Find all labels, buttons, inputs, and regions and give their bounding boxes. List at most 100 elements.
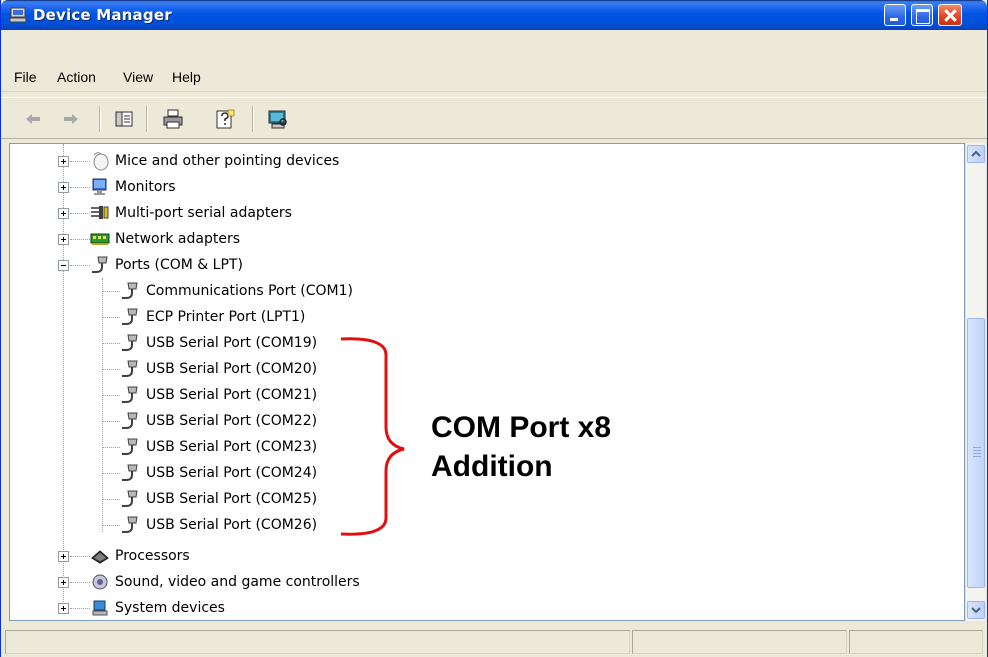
close-button[interactable]: [938, 4, 962, 26]
window-title: Device Manager: [33, 6, 172, 24]
tree-node-label: USB Serial Port (COM22): [146, 413, 318, 429]
serial-adapter-icon: [91, 206, 109, 219]
port-connector-icon: [122, 516, 138, 533]
tree-connector: [70, 608, 90, 609]
tree-node-network-adapters[interactable]: Network adapters: [10, 227, 610, 251]
system-device-icon: [92, 600, 108, 616]
tree-node-port-child[interactable]: USB Serial Port (COM21): [10, 383, 610, 407]
scroll-thumb[interactable]: [967, 318, 985, 588]
grip-line: [973, 453, 981, 454]
tree-node-label: USB Serial Port (COM25): [146, 491, 318, 507]
menu-action[interactable]: Action: [57, 69, 96, 85]
tree-node-label: Sound, video and game controllers: [115, 574, 360, 590]
grip-line: [973, 447, 981, 448]
expand-toggle[interactable]: [58, 577, 69, 588]
chevron-down-icon: [971, 607, 981, 614]
tree-node-multiport-serial[interactable]: Multi-port serial adapters: [10, 201, 610, 225]
grip-line: [973, 450, 981, 451]
status-cell: [5, 630, 630, 654]
device-manager-window: Device Manager File Action View Help Mic…: [0, 0, 988, 657]
tree-node-label: USB Serial Port (COM20): [146, 361, 318, 377]
tree-node-monitors[interactable]: Monitors: [10, 175, 610, 199]
device-tree-pane[interactable]: Mice and other pointing devices Monitors: [9, 143, 965, 621]
tree-connector: [70, 556, 90, 557]
toolbar-separator: [146, 106, 148, 132]
scan-hardware-icon[interactable]: [267, 108, 289, 130]
vertical-scrollbar[interactable]: [965, 143, 985, 621]
collapse-toggle[interactable]: [58, 260, 69, 271]
tree-node-ports[interactable]: Ports (COM & LPT): [10, 253, 610, 277]
title-bar[interactable]: Device Manager: [1, 0, 987, 30]
tree-connector: [70, 187, 90, 188]
tree-connector: [102, 421, 120, 422]
port-connector-icon: [122, 438, 138, 455]
computer-icon: [9, 7, 27, 23]
expand-toggle[interactable]: [58, 208, 69, 219]
expand-toggle[interactable]: [58, 234, 69, 245]
tree-node-mice[interactable]: Mice and other pointing devices: [10, 149, 610, 173]
menu-file[interactable]: File: [14, 69, 37, 85]
tree-node-port-child[interactable]: USB Serial Port (COM19): [10, 331, 610, 355]
processor-icon: [91, 550, 109, 564]
tree-node-system-devices[interactable]: System devices: [10, 596, 610, 620]
toolbar-separator: [252, 106, 254, 132]
toolbar-separator: [99, 106, 101, 132]
tree-node-label: USB Serial Port (COM19): [146, 335, 318, 351]
tree-node-sound-video[interactable]: Sound, video and game controllers: [10, 570, 610, 594]
tree-node-port-child[interactable]: ECP Printer Port (LPT1): [10, 305, 610, 329]
annotation-line: COM Port x8: [431, 411, 612, 444]
expand-toggle[interactable]: [58, 182, 69, 193]
scroll-up-button[interactable]: [967, 145, 985, 163]
status-cell: [849, 630, 983, 654]
tree-node-label: Processors: [115, 548, 190, 564]
help-icon[interactable]: [214, 108, 236, 130]
port-connector-icon: [122, 308, 138, 325]
scroll-down-button[interactable]: [967, 601, 985, 619]
chevron-up-icon: [971, 150, 981, 157]
tree-connector: [102, 317, 120, 318]
device-tree: Mice and other pointing devices Monitors: [10, 144, 962, 620]
tree-node-label: Mice and other pointing devices: [115, 153, 340, 169]
tree-connector: [70, 239, 90, 240]
forward-arrow-icon[interactable]: [61, 108, 81, 130]
tree-connector: [70, 582, 90, 583]
tree-node-port-child[interactable]: Communications Port (COM1): [10, 279, 610, 303]
tree-node-label: Ports (COM & LPT): [115, 257, 243, 273]
status-bar: [1, 627, 987, 657]
properties-icon[interactable]: [114, 108, 134, 130]
maximize-button[interactable]: [911, 4, 933, 26]
tree-node-label: Communications Port (COM1): [146, 283, 353, 299]
tree-connector: [70, 161, 90, 162]
port-connector-icon: [122, 412, 138, 429]
print-icon[interactable]: [162, 108, 184, 130]
tree-connector: [102, 447, 120, 448]
tree-node-label: Monitors: [115, 179, 176, 195]
monitor-icon: [92, 178, 107, 195]
status-cell: [632, 630, 847, 654]
menu-help[interactable]: Help: [172, 69, 201, 85]
tree-node-processors[interactable]: Processors: [10, 544, 610, 568]
tree-connector: [70, 213, 90, 214]
back-arrow-icon[interactable]: [23, 108, 43, 130]
toolbar: [1, 97, 987, 139]
tree-node-port-child[interactable]: USB Serial Port (COM25): [10, 487, 610, 511]
tree-node-port-child[interactable]: USB Serial Port (COM26): [10, 513, 610, 537]
tree-node-label: USB Serial Port (COM21): [146, 387, 318, 403]
tree-connector: [102, 473, 120, 474]
expand-toggle[interactable]: [58, 156, 69, 167]
tree-connector: [102, 291, 120, 292]
grip-line: [973, 456, 981, 457]
tree-connector: [102, 395, 120, 396]
port-connector-icon: [122, 386, 138, 403]
tree-node-port-child[interactable]: USB Serial Port (COM20): [10, 357, 610, 381]
expand-toggle[interactable]: [58, 603, 69, 614]
port-connector-icon: [122, 360, 138, 377]
minimize-button[interactable]: [884, 4, 906, 26]
port-connector-icon: [122, 334, 138, 351]
tree-connector: [102, 369, 120, 370]
tree-node-label: System devices: [115, 600, 225, 616]
tree-node-label: ECP Printer Port (LPT1): [146, 309, 306, 325]
menu-view[interactable]: View: [123, 69, 153, 85]
expand-toggle[interactable]: [58, 551, 69, 562]
port-connector-icon: [122, 490, 138, 507]
